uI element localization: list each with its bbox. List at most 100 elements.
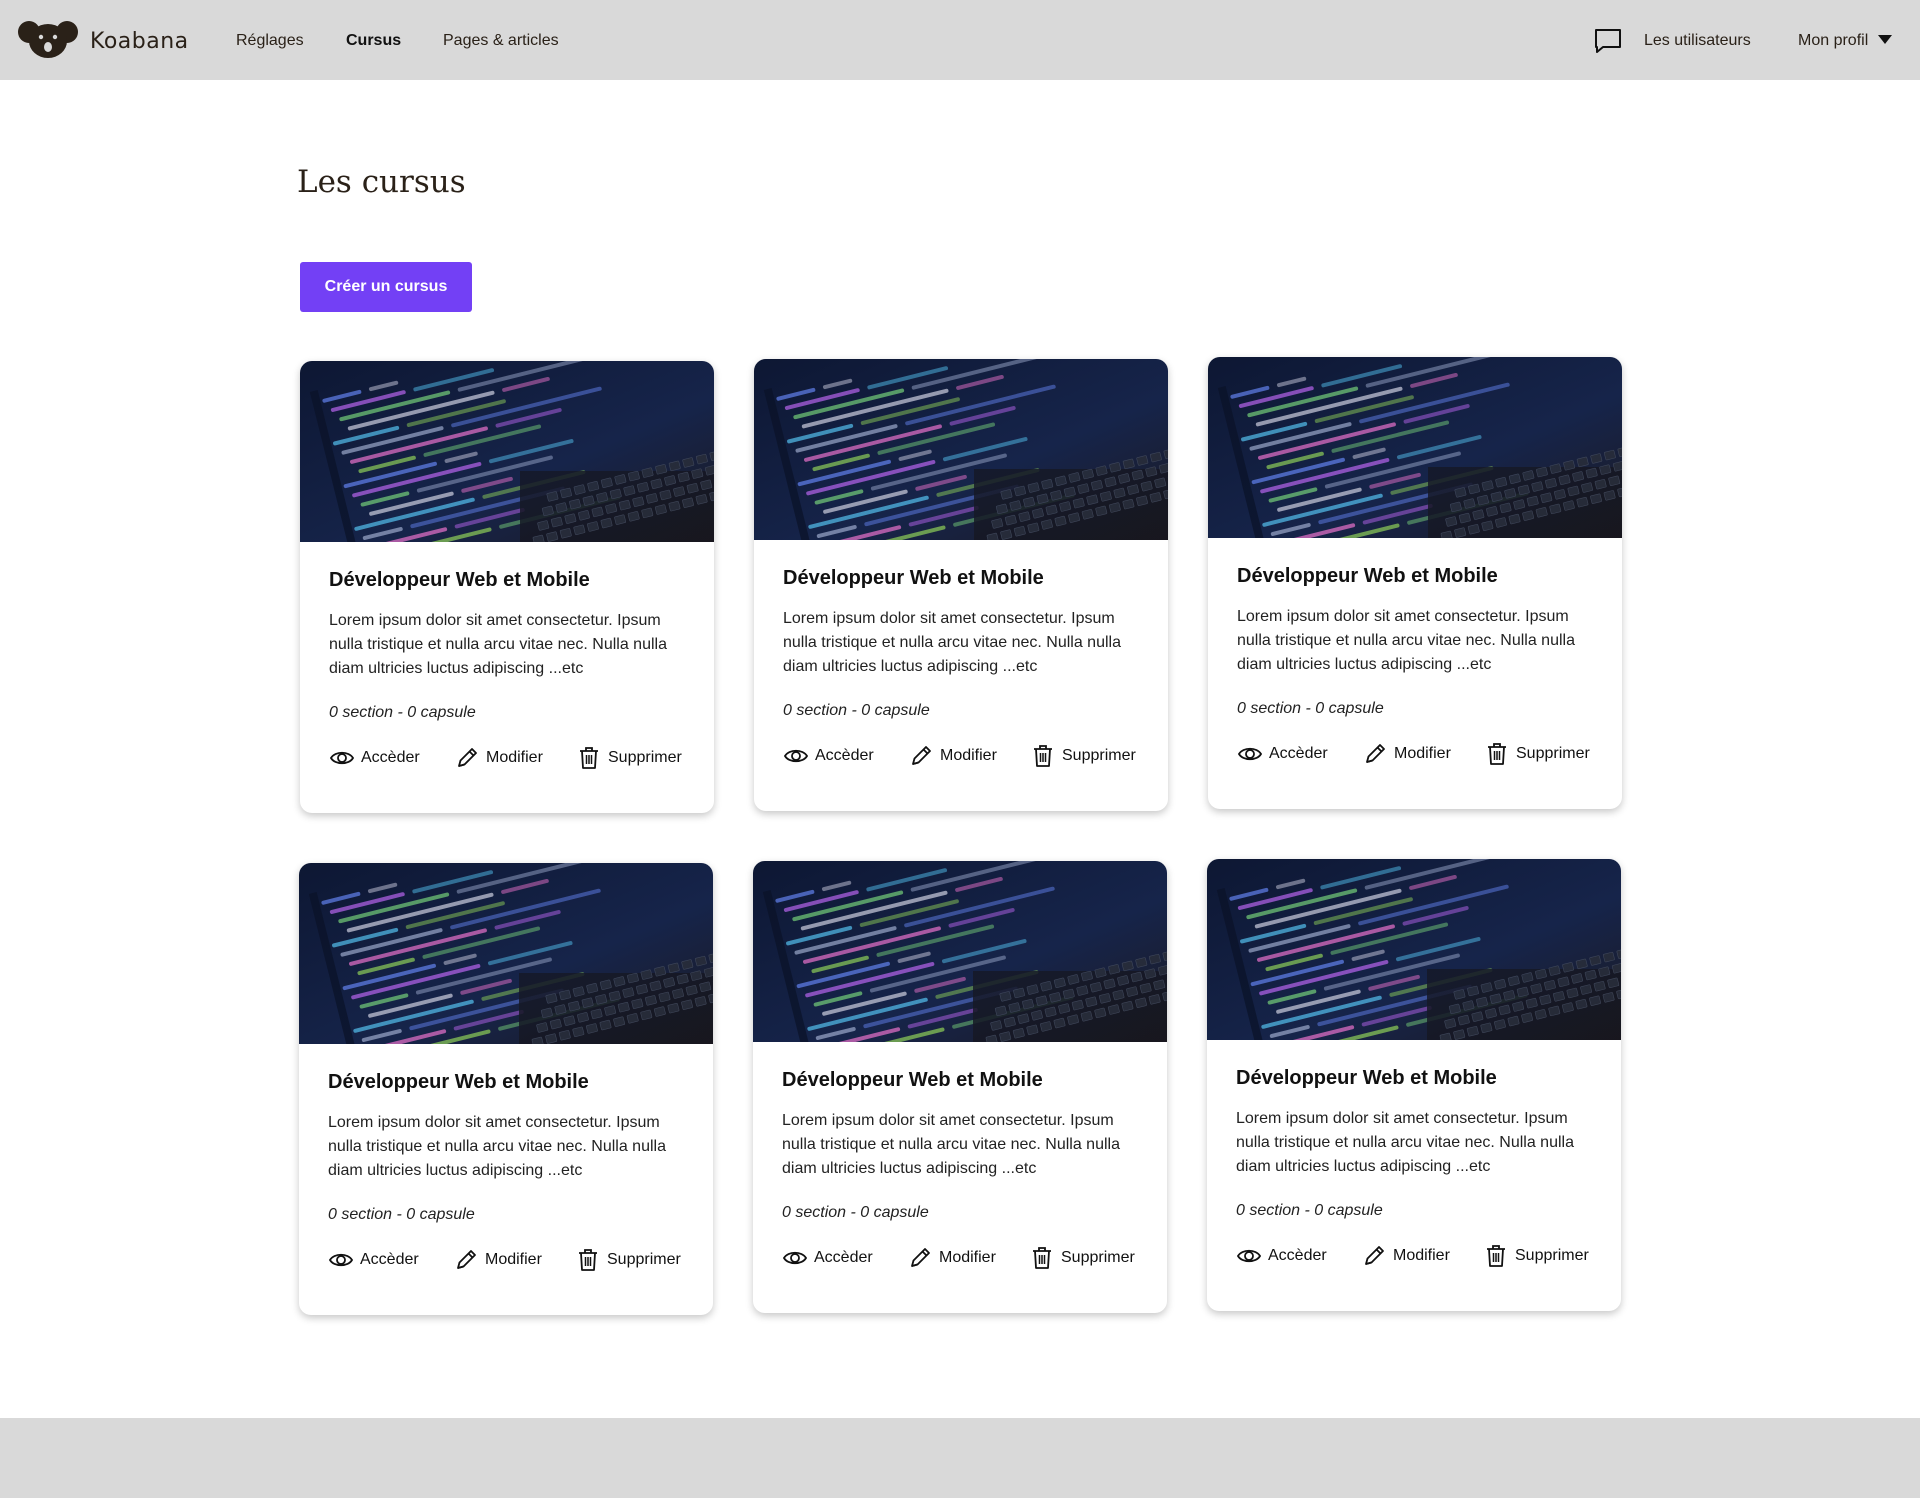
course-meta: 0 section - 0 capsule xyxy=(1237,700,1384,717)
delete-course-button[interactable]: Supprimer xyxy=(575,1247,681,1273)
course-description: Lorem ipsum dolor sit amet consectetur. … xyxy=(1237,608,1575,673)
profile-menu-label: Mon profil xyxy=(1798,32,1869,49)
course-cover-image xyxy=(753,861,1167,1042)
course-description: Lorem ipsum dolor sit amet consectetur. … xyxy=(1236,1110,1574,1175)
delete-course-button[interactable]: Supprimer xyxy=(1483,1243,1589,1269)
pencil-icon xyxy=(454,745,480,771)
course-cover-image xyxy=(300,361,714,542)
eye-icon xyxy=(782,1245,808,1271)
edit-course-button[interactable]: Modifier xyxy=(454,745,543,771)
edit-course-label: Modifier xyxy=(1394,745,1451,762)
trash-icon xyxy=(576,745,602,771)
trash-icon xyxy=(1029,1245,1055,1271)
course-actions: Accèder Modifier Supprimer xyxy=(329,745,699,775)
profile-menu[interactable]: Mon profil xyxy=(1798,32,1893,50)
course-actions: Accèder Modifier Supprimer xyxy=(328,1247,698,1277)
pencil-icon xyxy=(1362,741,1388,767)
course-cover-image xyxy=(299,863,713,1044)
course-title: Développeur Web et Mobile xyxy=(1236,1067,1497,1089)
course-title: Développeur Web et Mobile xyxy=(782,1069,1043,1091)
course-description: Lorem ipsum dolor sit amet consectetur. … xyxy=(328,1114,666,1179)
delete-course-label: Supprimer xyxy=(1516,745,1590,762)
course-card: Développeur Web et Mobile Lorem ipsum do… xyxy=(300,361,714,813)
view-course-label: Accèder xyxy=(361,749,420,766)
edit-course-button[interactable]: Modifier xyxy=(1361,1243,1450,1269)
course-title: Développeur Web et Mobile xyxy=(328,1071,589,1093)
chat-icon[interactable] xyxy=(1594,28,1622,54)
pencil-icon xyxy=(907,1245,933,1271)
course-actions: Accèder Modifier Supprimer xyxy=(1236,1243,1606,1273)
course-card: Développeur Web et Mobile Lorem ipsum do… xyxy=(299,863,713,1315)
delete-course-button[interactable]: Supprimer xyxy=(1029,1245,1135,1271)
delete-course-button[interactable]: Supprimer xyxy=(1030,743,1136,769)
delete-course-label: Supprimer xyxy=(608,749,682,766)
pencil-icon xyxy=(908,743,934,769)
course-meta: 0 section - 0 capsule xyxy=(328,1206,475,1223)
delete-course-label: Supprimer xyxy=(1062,747,1136,764)
page-footer xyxy=(0,1418,1920,1498)
course-actions: Accèder Modifier Supprimer xyxy=(782,1245,1152,1275)
nav-cursus[interactable]: Cursus xyxy=(346,32,401,50)
course-title: Développeur Web et Mobile xyxy=(329,569,590,591)
edit-course-button[interactable]: Modifier xyxy=(453,1247,542,1273)
edit-course-label: Modifier xyxy=(939,1249,996,1266)
eye-icon xyxy=(329,745,355,771)
edit-course-button[interactable]: Modifier xyxy=(1362,741,1451,767)
delete-course-label: Supprimer xyxy=(607,1251,681,1268)
course-cover-image xyxy=(754,359,1168,540)
eye-icon xyxy=(328,1247,354,1273)
course-meta: 0 section - 0 capsule xyxy=(783,702,930,719)
edit-course-label: Modifier xyxy=(486,749,543,766)
view-course-label: Accèder xyxy=(815,747,874,764)
page-title: Les cursus xyxy=(297,164,466,200)
delete-course-label: Supprimer xyxy=(1061,1249,1135,1266)
trash-icon xyxy=(1030,743,1056,769)
nav-users[interactable]: Les utilisateurs xyxy=(1644,32,1751,50)
edit-course-label: Modifier xyxy=(485,1251,542,1268)
course-meta: 0 section - 0 capsule xyxy=(1236,1202,1383,1219)
eye-icon xyxy=(783,743,809,769)
course-actions: Accèder Modifier Supprimer xyxy=(783,743,1153,773)
course-cover-image xyxy=(1208,357,1622,538)
course-card: Développeur Web et Mobile Lorem ipsum do… xyxy=(754,359,1168,811)
course-meta: 0 section - 0 capsule xyxy=(329,704,476,721)
view-course-label: Accèder xyxy=(814,1249,873,1266)
pencil-icon xyxy=(453,1247,479,1273)
chevron-down-icon xyxy=(1878,35,1893,44)
view-course-button[interactable]: Accèder xyxy=(1237,741,1328,767)
edit-course-label: Modifier xyxy=(1393,1247,1450,1264)
trash-icon xyxy=(575,1247,601,1273)
koala-logo-icon xyxy=(18,18,78,65)
delete-course-button[interactable]: Supprimer xyxy=(1484,741,1590,767)
eye-icon xyxy=(1236,1243,1262,1269)
delete-course-button[interactable]: Supprimer xyxy=(576,745,682,771)
course-actions: Accèder Modifier Supprimer xyxy=(1237,741,1607,771)
eye-icon xyxy=(1237,741,1263,767)
view-course-button[interactable]: Accèder xyxy=(782,1245,873,1271)
view-course-label: Accèder xyxy=(360,1251,419,1268)
edit-course-button[interactable]: Modifier xyxy=(908,743,997,769)
view-course-label: Accèder xyxy=(1268,1247,1327,1264)
course-description: Lorem ipsum dolor sit amet consectetur. … xyxy=(782,1112,1120,1177)
view-course-button[interactable]: Accèder xyxy=(1236,1243,1327,1269)
course-card: Développeur Web et Mobile Lorem ipsum do… xyxy=(1208,357,1622,809)
trash-icon xyxy=(1484,741,1510,767)
delete-course-label: Supprimer xyxy=(1515,1247,1589,1264)
top-navbar: Koabana Réglages Cursus Pages & articles… xyxy=(0,0,1920,80)
view-course-label: Accèder xyxy=(1269,745,1328,762)
edit-course-label: Modifier xyxy=(940,747,997,764)
course-description: Lorem ipsum dolor sit amet consectetur. … xyxy=(783,610,1121,675)
brand-logo[interactable]: Koabana xyxy=(18,18,189,65)
course-card: Développeur Web et Mobile Lorem ipsum do… xyxy=(1207,859,1621,1311)
view-course-button[interactable]: Accèder xyxy=(328,1247,419,1273)
view-course-button[interactable]: Accèder xyxy=(329,745,420,771)
course-description: Lorem ipsum dolor sit amet consectetur. … xyxy=(329,612,667,677)
course-meta: 0 section - 0 capsule xyxy=(782,1204,929,1221)
nav-reglages[interactable]: Réglages xyxy=(236,32,304,50)
nav-pages-articles[interactable]: Pages & articles xyxy=(443,32,559,50)
create-course-button[interactable]: Créer un cursus xyxy=(300,262,472,312)
view-course-button[interactable]: Accèder xyxy=(783,743,874,769)
edit-course-button[interactable]: Modifier xyxy=(907,1245,996,1271)
trash-icon xyxy=(1483,1243,1509,1269)
course-card: Développeur Web et Mobile Lorem ipsum do… xyxy=(753,861,1167,1313)
